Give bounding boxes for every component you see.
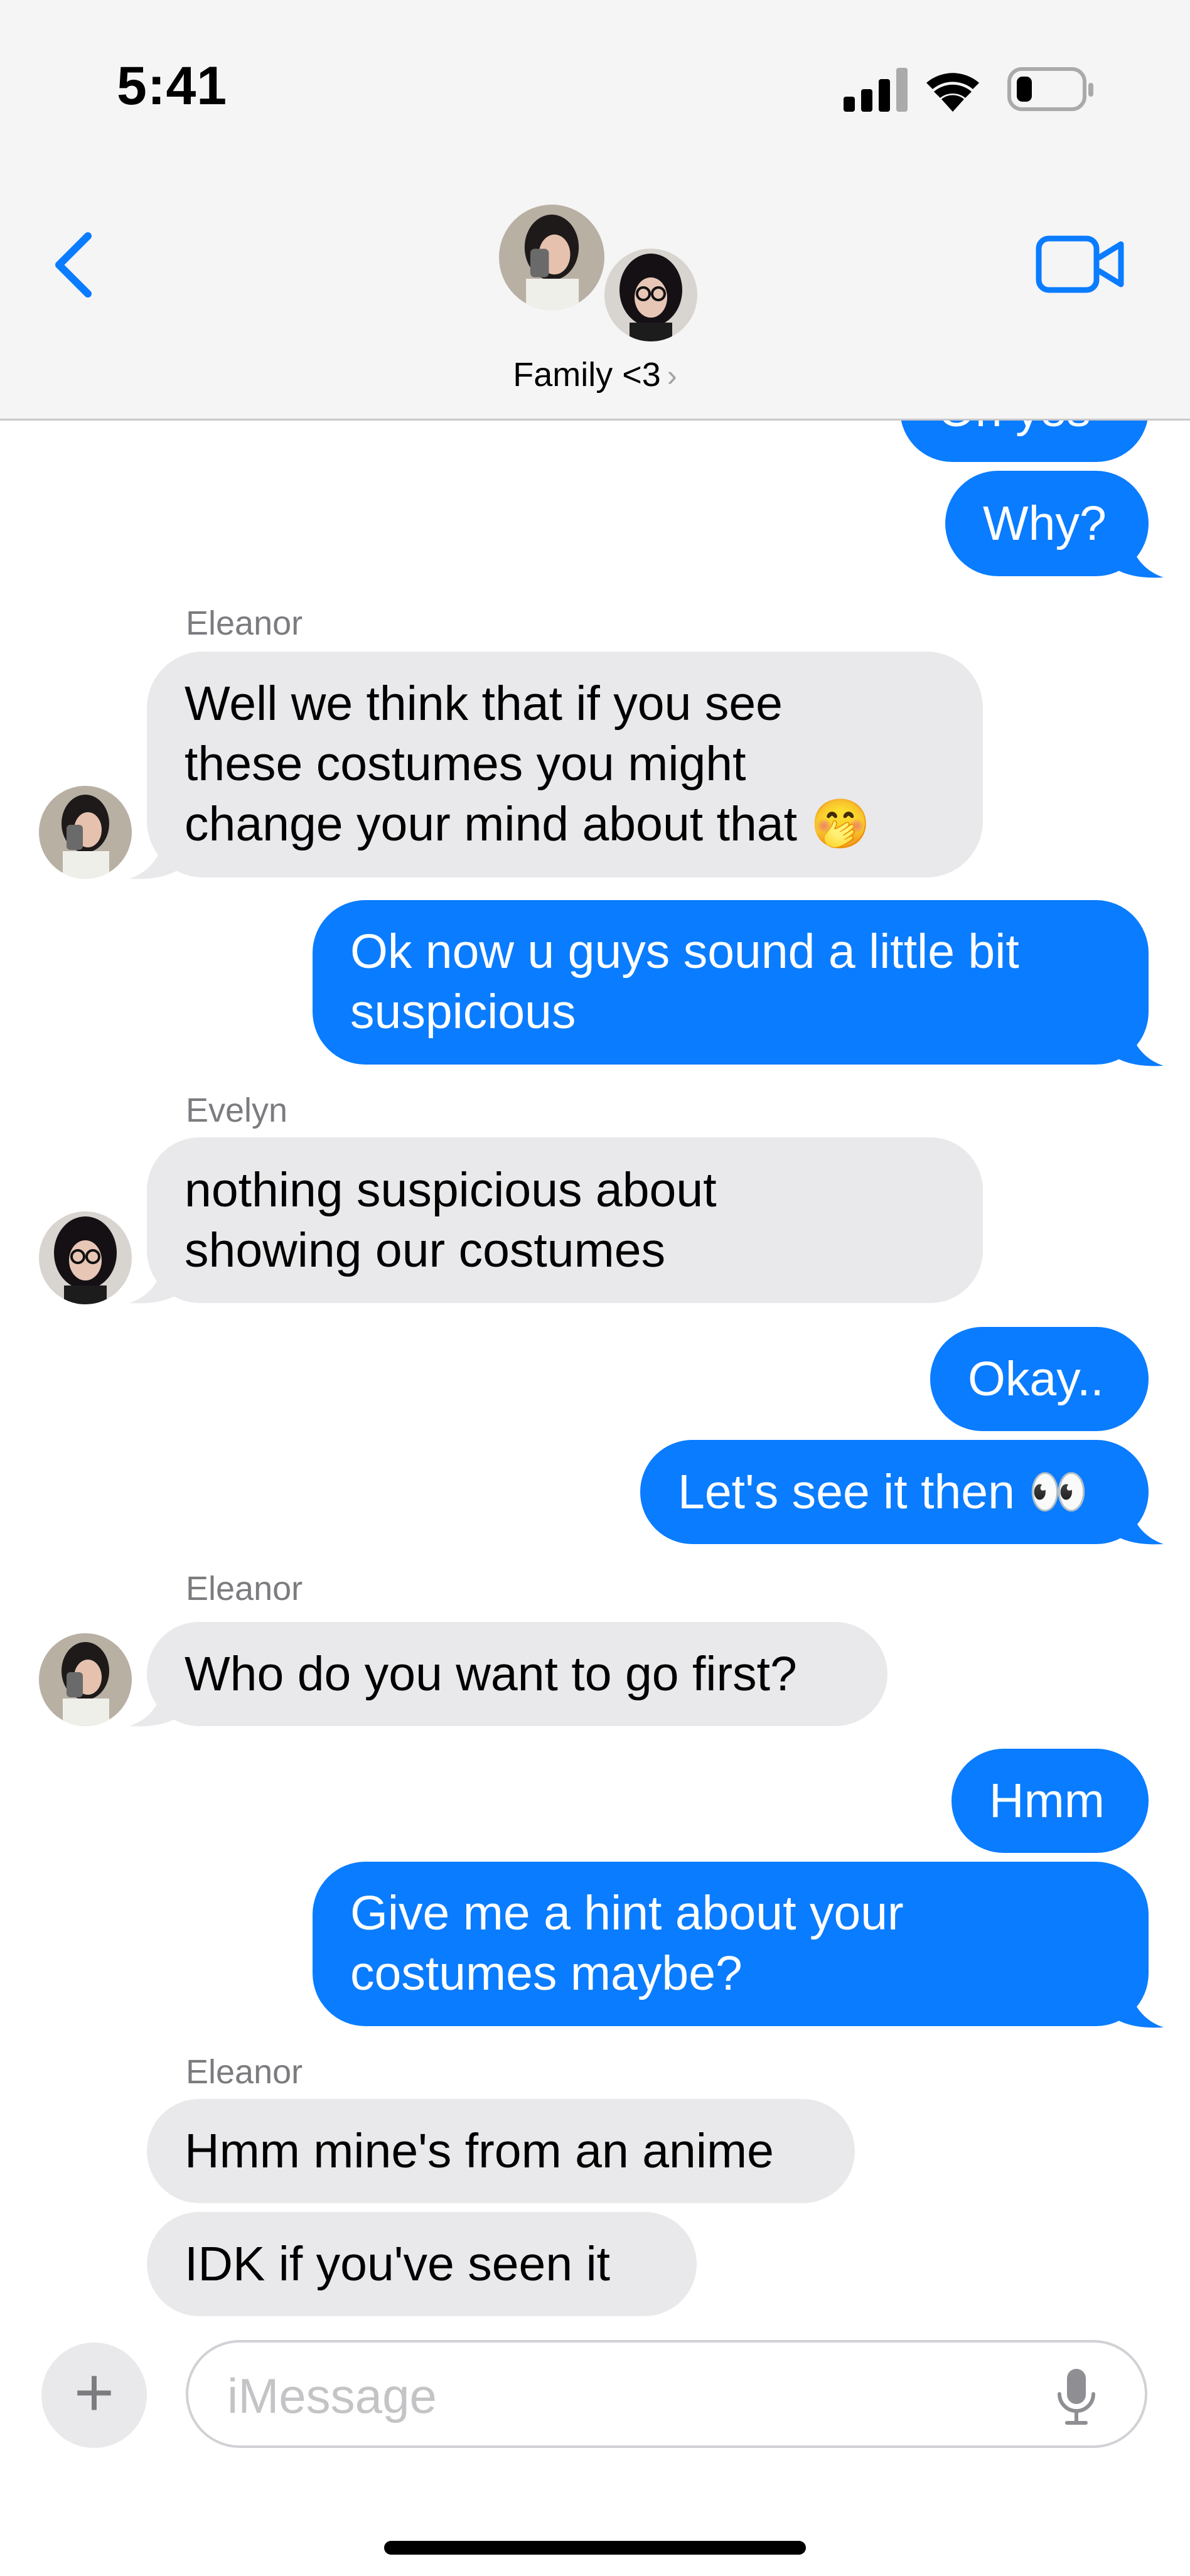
message-bubble-incoming[interactable]: nothing suspicious about showing our cos… <box>147 1137 983 1303</box>
message-input-placeholder: iMessage <box>227 2368 437 2423</box>
message-bubble-outgoing[interactable]: Ok now u guys sound a little bit suspici… <box>313 900 1149 1065</box>
add-attachment-button[interactable]: + <box>41 2343 147 2448</box>
message-bubble-incoming[interactable]: IDK if you've seen it <box>147 2212 697 2316</box>
message-bubble-incoming[interactable]: Hmm mine's from an anime <box>147 2099 855 2203</box>
status-time: 5:41 <box>117 56 228 116</box>
sender-name: Eleanor <box>186 604 303 642</box>
face-with-hand-over-mouth-emoji: 🤭 <box>810 797 871 851</box>
message-bubble-outgoing[interactable]: Give me a hint about your costumes maybe… <box>313 1862 1149 2026</box>
bubble-tail <box>1111 1504 1164 1545</box>
wifi-icon <box>926 73 979 112</box>
bubble-tail <box>129 1686 182 1727</box>
sender-name: Evelyn <box>186 1092 288 1129</box>
message-bubble-outgoing[interactable]: Hmm <box>951 1749 1149 1853</box>
home-indicator <box>384 2541 806 2555</box>
cellular-signal-icon <box>844 68 908 112</box>
bubble-tail <box>1111 1026 1164 1066</box>
avatar-evelyn <box>604 249 697 341</box>
status-icons <box>844 67 1093 112</box>
bubble-tail <box>1111 537 1164 578</box>
message-bubble-incoming[interactable]: Well we think that if you see these cost… <box>147 652 983 877</box>
microphone-icon[interactable] <box>1054 2368 1098 2428</box>
message-bubble-outgoing[interactable]: Let's see it then 👀 <box>640 1440 1149 1544</box>
compose-bar: + iMessage <box>0 2319 1190 2576</box>
avatar-eleanor <box>499 205 604 310</box>
sender-name: Eleanor <box>186 1570 303 1607</box>
avatar-eleanor[interactable] <box>39 786 132 879</box>
message-input[interactable]: iMessage <box>186 2340 1147 2448</box>
group-avatar[interactable] <box>499 205 700 343</box>
message-bubble-outgoing[interactable]: Okay.. <box>930 1327 1149 1431</box>
bubble-tail <box>129 839 182 879</box>
chevron-right-icon: › <box>667 360 677 393</box>
battery-icon <box>1007 67 1093 111</box>
eyes-emoji: 👀 <box>1028 1465 1089 1519</box>
bubble-tail <box>1111 1987 1164 2028</box>
bubble-tail <box>129 1263 182 1304</box>
chevron-left-icon[interactable] <box>46 227 103 303</box>
video-camera-icon[interactable] <box>1036 235 1125 293</box>
avatar-evelyn[interactable] <box>39 1211 132 1304</box>
message-bubble-incoming[interactable]: Who do you want to go first? <box>147 1622 887 1726</box>
sender-name: Eleanor <box>186 2053 303 2091</box>
navigation-header: 5:41 Family <3 › <box>0 0 1190 421</box>
avatar-eleanor[interactable] <box>39 1633 132 1726</box>
group-name-button[interactable]: Family <3 › <box>0 355 1190 394</box>
